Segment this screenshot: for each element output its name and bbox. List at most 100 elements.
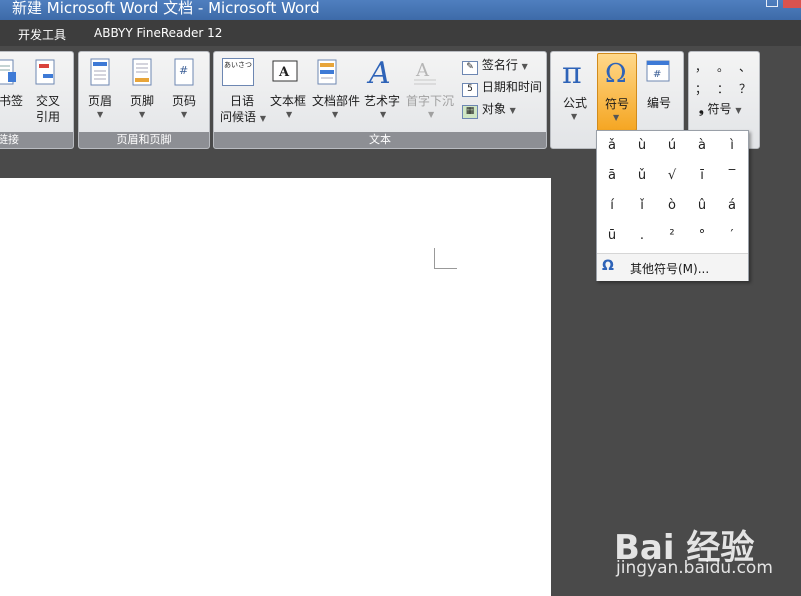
word-art-button[interactable]: A 艺术字 ▼ [364, 56, 400, 119]
symbol-cell[interactable]: ǔ [627, 161, 657, 191]
special-symbol[interactable]: ？ [739, 80, 751, 97]
object-dropdown-arrow-icon: ▼ [509, 106, 516, 115]
more-symbols-item[interactable]: Ω 其他符号(M)... [597, 253, 748, 281]
symbol-cell[interactable]: ā [597, 161, 627, 191]
special-symbol[interactable]: ： [717, 80, 729, 97]
object-button[interactable]: ▦ 对象 ▼ [462, 100, 516, 119]
maximize-button[interactable] [766, 0, 778, 7]
symbol-cell[interactable]: ′ [717, 221, 747, 251]
title-bar: 新建 Microsoft Word 文档 - Microsoft Word [0, 0, 801, 20]
symbol-cell[interactable]: ò [657, 191, 687, 221]
header-button[interactable]: 页眉 ▼ [87, 58, 113, 119]
symbol-button[interactable]: Ω 符号 ▼ [597, 53, 637, 131]
numbering-label: 编号 [647, 96, 672, 110]
drop-cap-label: 首字下沉 [406, 94, 455, 108]
page-number-icon: # [174, 58, 194, 86]
symbol-cell[interactable]: á [717, 191, 747, 221]
symbol-cell[interactable]: ī [687, 161, 717, 191]
bookmark-button[interactable]: 书签 [0, 58, 23, 108]
comma-icon: ❟ [699, 102, 704, 116]
text-group: あいさつ 日语 问候语 ▼ A 文本框 ▼ 文档部件 ▼ A 艺术字 ▼ A 首… [213, 51, 547, 149]
page-number-dropdown-arrow-icon: ▼ [181, 110, 188, 119]
text-box-dropdown-arrow-icon: ▼ [286, 110, 293, 119]
symbol-cell[interactable]: à [687, 131, 717, 161]
symbol-cell[interactable]: √ [657, 161, 687, 191]
symbol-cell[interactable]: ‾ [717, 161, 747, 191]
equation-button[interactable]: π 公式 ▼ [557, 56, 593, 128]
drop-cap-dropdown-arrow-icon: ▼ [428, 110, 435, 119]
text-box-icon: A [272, 60, 298, 82]
equation-dropdown-arrow-icon: ▼ [571, 112, 578, 121]
special-symbol[interactable]: ， [695, 58, 707, 75]
quick-parts-icon [317, 59, 337, 85]
svg-text:A: A [415, 60, 430, 81]
svg-text:Ω: Ω [605, 59, 627, 88]
page-number-button[interactable]: # 页码 ▼ [171, 58, 197, 119]
tab-abbyy-finereader[interactable]: ABBYY FineReader 12 [94, 26, 222, 40]
symbol-cell[interactable]: . [627, 221, 657, 251]
object-icon: ▦ [462, 105, 478, 119]
bookmark-label: 书签 [0, 94, 24, 108]
footer-dropdown-arrow-icon: ▼ [139, 110, 146, 119]
cross-reference-button[interactable]: 交叉 引用 [33, 58, 61, 124]
document-page[interactable] [0, 178, 551, 596]
signature-line-label: 签名行 [481, 58, 518, 72]
quick-parts-dropdown-arrow-icon: ▼ [332, 110, 339, 119]
calendar-icon: 5 [462, 83, 478, 97]
word-art-icon: A [366, 56, 391, 91]
special-symbol[interactable]: 、 [739, 58, 751, 75]
symbol-cell[interactable]: ú [657, 131, 687, 161]
text-box-button[interactable]: A 文本框 ▼ [270, 58, 306, 119]
symbol-cell[interactable]: í [597, 191, 627, 221]
ribbon-tab-bar: 开发工具 ABBYY FineReader 12 [0, 20, 801, 46]
date-time-button[interactable]: 5 日期和时间 [462, 78, 542, 97]
special-symbol-label: 符号 [707, 102, 732, 116]
text-group-label: 文本 [214, 132, 546, 148]
numbering-icon: # [646, 60, 670, 82]
more-symbols-label: 其他符号(M)... [630, 262, 710, 276]
text-box-label: 文本框 [270, 94, 307, 108]
symbol-cell[interactable]: ° [687, 221, 717, 251]
signature-line-dropdown-arrow-icon: ▼ [521, 62, 528, 71]
object-label: 对象 [481, 102, 506, 116]
drop-cap-icon: A [414, 60, 436, 85]
quick-parts-label: 文档部件 [312, 94, 361, 108]
close-button[interactable] [783, 0, 801, 8]
symbol-cell[interactable]: ǎ [597, 131, 627, 161]
quick-parts-button[interactable]: 文档部件 ▼ [312, 58, 360, 119]
word-art-dropdown-arrow-icon: ▼ [380, 110, 387, 119]
footer-label: 页脚 [130, 94, 155, 108]
cross-reference-icon [35, 59, 55, 85]
symbol-cell[interactable]: ù [627, 131, 657, 161]
tab-developer[interactable]: 开发工具 [18, 26, 66, 43]
date-time-label: 日期和时间 [481, 80, 542, 94]
symbol-dropdown-arrow-icon: ▼ [613, 113, 620, 122]
signature-line-button[interactable]: ✎ 签名行 ▼ [462, 56, 528, 75]
page-number-label: 页码 [172, 94, 197, 108]
symbol-cell[interactable]: ǐ [627, 191, 657, 221]
omega-icon: Ω [602, 258, 614, 274]
symbol-cell[interactable]: ì [717, 131, 747, 161]
symbol-cell[interactable]: ² [657, 221, 687, 251]
symbol-cell[interactable]: û [687, 191, 717, 221]
japanese-greeting-button[interactable]: あいさつ 日语 问候语 ▼ [220, 58, 266, 124]
svg-text:A: A [366, 56, 391, 88]
cross-reference-label-2: 引用 [36, 110, 61, 124]
signature-line-icon: ✎ [462, 61, 478, 75]
numbering-button[interactable]: # 编号 [643, 58, 673, 110]
header-label: 页眉 [88, 94, 113, 108]
svg-text:#: # [653, 69, 661, 80]
header-footer-group: 页眉 ▼ 页脚 ▼ # 页码 ▼ 页眉和页脚 [78, 51, 210, 149]
symbol-cell[interactable]: ū [597, 221, 627, 251]
footer-button[interactable]: 页脚 ▼ [129, 58, 155, 119]
header-footer-group-label: 页眉和页脚 [79, 132, 209, 148]
bookmark-icon [0, 59, 16, 85]
baidu-watermark-url: jingyan.baidu.com [616, 558, 773, 578]
symbol-dropdown: ǎ ù ú à ì ā ǔ √ ī ‾ í ǐ ò û á ū . ² ° ′ … [596, 130, 749, 281]
special-symbol[interactable]: 。 [717, 58, 729, 75]
svg-text:A: A [278, 65, 290, 80]
special-symbol-button[interactable]: ❟ 符号 ▼ [699, 100, 742, 117]
special-symbol[interactable]: ； [695, 80, 707, 97]
cross-reference-label-1: 交叉 [36, 94, 61, 108]
special-symbol-dropdown-arrow-icon: ▼ [735, 106, 742, 115]
